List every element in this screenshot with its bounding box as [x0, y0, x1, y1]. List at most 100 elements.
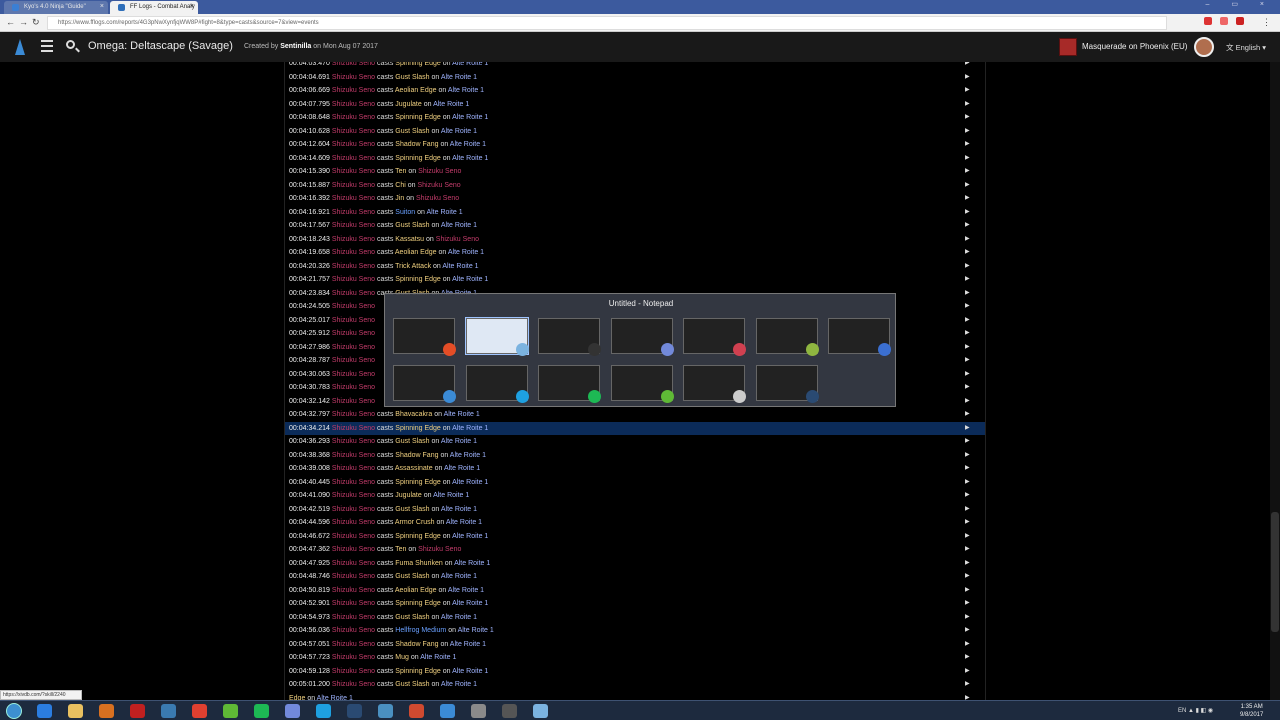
event-source[interactable]: Shizuku Seno — [332, 195, 375, 202]
event-target[interactable]: Shizuku Seno — [436, 236, 479, 243]
event-ability[interactable]: Trick Attack — [395, 263, 431, 270]
event-ability[interactable]: Shadow Fang — [395, 641, 438, 648]
event-ability[interactable]: Spinning Edge — [395, 425, 441, 432]
event-ability[interactable]: Gust Slash — [395, 74, 429, 81]
utorrent-icon[interactable] — [223, 704, 238, 718]
expand-row-icon[interactable]: ▶ — [965, 665, 970, 678]
address-bar[interactable]: https://www.fflogs.com/reports/4G3pNwXyn… — [47, 16, 1167, 30]
alt-tab-window-explorer[interactable] — [683, 365, 746, 403]
event-ability[interactable]: Gust Slash — [395, 506, 429, 513]
character-avatar-icon[interactable] — [1059, 38, 1077, 56]
expand-row-icon[interactable]: ▶ — [965, 530, 970, 543]
event-row[interactable]: 00:04:42.519 Shizuku Seno casts Gust Sla… — [285, 503, 985, 517]
event-target[interactable]: Alte Roite 1 — [452, 425, 488, 432]
browser-tab-1[interactable]: Kyo's 4.0 Ninja "Guide" × — [4, 1, 108, 14]
event-source[interactable]: Shizuku Seno — [332, 438, 375, 445]
event-row[interactable]: 00:04:34.214 Shizuku Seno casts Spinning… — [285, 421, 985, 435]
event-source[interactable]: Shizuku Seno — [332, 87, 375, 94]
expand-row-icon[interactable]: ▶ — [965, 435, 970, 448]
extension-icon-3[interactable] — [1236, 17, 1244, 25]
expand-row-icon[interactable]: ▶ — [965, 233, 970, 246]
event-row[interactable]: 00:04:41.090 Shizuku Seno casts Jugulate… — [285, 489, 985, 503]
event-row[interactable]: 00:04:08.648 Shizuku Seno casts Spinning… — [285, 111, 985, 125]
expand-row-icon[interactable]: ▶ — [965, 678, 970, 691]
event-row[interactable]: 00:04:36.293 Shizuku Seno casts Gust Sla… — [285, 435, 985, 449]
event-target[interactable]: Alte Roite 1 — [433, 101, 469, 108]
alt-tab-window-editor[interactable] — [755, 318, 819, 356]
event-ability[interactable]: Jugulate — [395, 101, 421, 108]
network-icon[interactable] — [378, 704, 393, 718]
event-row[interactable]: 00:04:32.797 Shizuku Seno casts Bhavacak… — [285, 408, 985, 422]
ie-icon[interactable] — [37, 704, 52, 718]
reload-icon[interactable]: ↻ — [32, 17, 40, 28]
expand-row-icon[interactable]: ▶ — [965, 98, 970, 111]
expand-row-icon[interactable]: ▶ — [965, 62, 970, 70]
event-target[interactable]: Alte Roite 1 — [444, 465, 480, 472]
expand-row-icon[interactable]: ▶ — [965, 192, 970, 205]
event-source[interactable]: Shizuku Seno — [332, 317, 375, 324]
extension-icon-2[interactable] — [1220, 17, 1228, 25]
scrollbar-thumb[interactable] — [1271, 512, 1279, 632]
event-source[interactable]: Shizuku Seno — [332, 654, 375, 661]
event-ability[interactable]: Spinning Edge — [395, 62, 441, 67]
event-source[interactable]: Shizuku Seno — [332, 492, 375, 499]
event-target[interactable]: Shizuku Seno — [418, 182, 461, 189]
event-source[interactable]: Shizuku Seno — [332, 236, 375, 243]
expand-row-icon[interactable]: ▶ — [965, 152, 970, 165]
event-row[interactable]: 00:04:57.723 Shizuku Seno casts Mug on A… — [285, 651, 985, 665]
event-target[interactable]: Alte Roite 1 — [448, 87, 484, 94]
event-ability[interactable]: Kassatsu — [395, 236, 424, 243]
event-ability[interactable]: Hellfrog Medium — [395, 627, 446, 634]
event-source[interactable]: Shizuku Seno — [332, 357, 375, 364]
event-source[interactable]: Shizuku Seno — [332, 668, 375, 675]
expand-row-icon[interactable]: ▶ — [965, 300, 970, 313]
event-target[interactable]: Alte Roite 1 — [444, 411, 480, 418]
event-target[interactable]: Alte Roite 1 — [441, 128, 477, 135]
alt-tab-window-notepad[interactable] — [464, 317, 529, 356]
fflogs-logo-icon[interactable] — [15, 39, 25, 55]
event-source[interactable]: Shizuku Seno — [332, 587, 375, 594]
event-target[interactable]: Alte Roite 1 — [441, 681, 477, 688]
event-row[interactable]: 00:04:44.596 Shizuku Seno casts Armor Cr… — [285, 516, 985, 530]
event-source[interactable]: Shizuku Seno — [332, 452, 375, 459]
event-ability[interactable]: Spinning Edge — [395, 155, 441, 162]
event-target[interactable]: Shizuku Seno — [418, 546, 461, 553]
expand-row-icon[interactable]: ▶ — [965, 422, 970, 435]
event-ability[interactable]: Gust Slash — [395, 438, 429, 445]
event-row[interactable]: 00:04:04.691 Shizuku Seno casts Gust Sla… — [285, 71, 985, 85]
event-source[interactable]: Shizuku Seno — [332, 74, 375, 81]
event-row[interactable]: 00:04:46.672 Shizuku Seno casts Spinning… — [285, 530, 985, 544]
event-target[interactable]: Alte Roite 1 — [450, 141, 486, 148]
event-target[interactable]: Shizuku Seno — [418, 168, 461, 175]
event-source[interactable]: Shizuku Seno — [332, 101, 375, 108]
event-ability[interactable]: Gust Slash — [395, 573, 429, 580]
event-target[interactable]: Alte Roite 1 — [441, 222, 477, 229]
alt-tab-window-obs[interactable] — [538, 318, 601, 356]
close-tab-icon[interactable]: × — [190, 1, 194, 13]
event-ability[interactable]: Gust Slash — [395, 614, 429, 621]
event-row[interactable]: 00:04:17.567 Shizuku Seno casts Gust Sla… — [285, 219, 985, 233]
event-row[interactable]: 00:04:03.470 Shizuku Seno casts Spinning… — [285, 62, 985, 71]
event-source[interactable]: Shizuku Seno — [332, 519, 375, 526]
expand-row-icon[interactable]: ▶ — [965, 543, 970, 556]
event-ability[interactable]: Ten — [395, 168, 406, 175]
expand-row-icon[interactable]: ▶ — [965, 408, 970, 421]
event-row[interactable]: 00:04:54.973 Shizuku Seno casts Gust Sla… — [285, 611, 985, 625]
event-target[interactable]: Alte Roite 1 — [420, 654, 456, 661]
user-avatar[interactable] — [1194, 37, 1214, 57]
expand-row-icon[interactable]: ▶ — [965, 462, 970, 475]
settings-icon[interactable] — [161, 704, 176, 718]
event-source[interactable]: Shizuku Seno — [332, 182, 375, 189]
hamburger-menu-icon[interactable] — [41, 40, 53, 52]
event-source[interactable]: Shizuku Seno — [332, 546, 375, 553]
event-ability[interactable]: Spinning Edge — [395, 479, 441, 486]
alt-tab-window-chrome[interactable] — [393, 318, 456, 356]
event-source[interactable]: Shizuku Seno — [332, 398, 375, 405]
alt-tab-window-spotify[interactable] — [538, 365, 601, 403]
event-target[interactable]: Alte Roite 1 — [452, 600, 488, 607]
event-source[interactable]: Shizuku Seno — [332, 384, 375, 391]
event-source[interactable]: Shizuku Seno — [332, 627, 375, 634]
event-source[interactable]: Shizuku Seno — [332, 290, 375, 297]
event-source[interactable]: Shizuku Seno — [332, 263, 375, 270]
expand-row-icon[interactable]: ▶ — [965, 368, 970, 381]
